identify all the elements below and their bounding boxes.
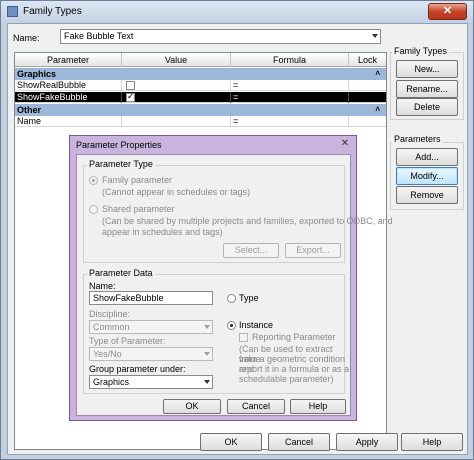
dialog-cancel-button[interactable]: Cancel: [227, 399, 285, 414]
chevron-down-icon: [204, 352, 210, 356]
group-under-select[interactable]: Graphics: [89, 375, 213, 389]
formula-cell[interactable]: =: [231, 92, 349, 103]
remove-parameter-button[interactable]: Remove: [396, 186, 458, 204]
column-header-value[interactable]: Value: [122, 53, 231, 67]
collapse-icon[interactable]: ˄: [375, 104, 380, 116]
parameters-group-title: Parameters: [392, 134, 443, 144]
app-icon: [7, 6, 18, 17]
table-row[interactable]: ShowRealBubble (default) =: [15, 80, 386, 101]
collapse-icon[interactable]: ˄: [375, 68, 380, 80]
cancel-button[interactable]: Cancel: [268, 433, 330, 451]
table-row[interactable]: ShowFakeBubble (default) =: [15, 91, 386, 113]
parameter-cell: ShowFakeBubble (default): [15, 92, 122, 113]
type-radio-label: Type: [239, 293, 259, 303]
dialog-help-button[interactable]: Help: [290, 399, 346, 414]
type-of-parameter-value: Yes/No: [93, 349, 122, 359]
value-cell[interactable]: [122, 80, 231, 91]
dialog-ok-button[interactable]: OK: [163, 399, 221, 414]
column-header-parameter[interactable]: Parameter: [15, 53, 122, 67]
instance-radio-label: Instance: [239, 320, 274, 330]
help-button[interactable]: Help: [401, 433, 463, 451]
shared-parameter-label: Shared parameter: [102, 204, 175, 214]
type-radio[interactable]: [227, 294, 236, 303]
discipline-value: Common: [93, 322, 130, 332]
shared-parameter-note-1: (Can be shared by multiple projects and …: [102, 216, 393, 226]
dialog-client: Parameter Type Family parameter (Cannot …: [76, 154, 393, 416]
group-label: Graphics: [17, 69, 57, 79]
group-row-graphics[interactable]: Graphics ˄: [15, 68, 386, 80]
type-of-parameter-label: Type of Parameter:: [89, 336, 166, 346]
name-label: Name:: [13, 33, 40, 43]
chevron-down-icon: [372, 34, 378, 38]
value-cell[interactable]: [122, 116, 231, 127]
column-header-lock[interactable]: Lock: [349, 53, 386, 67]
parameter-cell: Name: [15, 116, 122, 127]
family-parameter-radio[interactable]: [89, 176, 98, 185]
family-parameter-label: Family parameter: [102, 175, 173, 185]
grid-header: Parameter Value Formula Lock: [15, 53, 386, 67]
reporting-note-3: report it in a formula or as a: [239, 364, 350, 374]
close-icon[interactable]: ✕: [428, 3, 467, 20]
modify-parameter-button[interactable]: Modify...: [396, 167, 458, 185]
close-icon[interactable]: ✕: [338, 138, 352, 149]
column-header-formula[interactable]: Formula: [231, 53, 349, 67]
window-title: Family Types: [23, 6, 82, 17]
select-button[interactable]: Select...: [223, 243, 279, 258]
value-checkbox[interactable]: [126, 91, 135, 102]
chevron-down-icon: [204, 325, 210, 329]
group-under-value: Graphics: [93, 377, 130, 387]
export-button[interactable]: Export...: [285, 243, 341, 258]
reporting-parameter-label: Reporting Parameter: [252, 332, 336, 342]
value-checkbox[interactable]: [126, 81, 135, 90]
apply-button[interactable]: Apply: [336, 433, 398, 451]
rename-type-button[interactable]: Rename...: [396, 80, 458, 98]
lock-cell[interactable]: [349, 92, 386, 103]
chevron-down-icon: [204, 380, 210, 384]
type-of-parameter-select[interactable]: Yes/No: [89, 347, 213, 361]
type-name-select[interactable]: Fake Bubble Text: [60, 29, 381, 44]
discipline-label: Discipline:: [89, 309, 131, 319]
group-under-label: Group parameter under:: [89, 364, 186, 374]
dialog-title: Parameter Properties: [76, 140, 162, 150]
formula-cell[interactable]: =: [231, 116, 349, 127]
shared-parameter-note-2: appear in schedules and tags): [102, 227, 223, 237]
delete-type-button[interactable]: Delete: [396, 98, 458, 116]
type-name-value: Fake Bubble Text: [64, 31, 134, 41]
parameter-data-title: Parameter Data: [87, 268, 155, 278]
table-row[interactable]: Name =: [15, 116, 386, 127]
group-label: Other: [17, 105, 42, 115]
group-row-other[interactable]: Other ˄: [15, 104, 386, 116]
reporting-note-4: schedulable parameter): [239, 374, 334, 384]
title-bar[interactable]: Family Types ✕: [1, 1, 473, 23]
parameter-cell: ShowRealBubble (default): [15, 80, 122, 101]
instance-radio[interactable]: [227, 321, 236, 330]
lock-cell[interactable]: [349, 80, 386, 91]
value-cell[interactable]: [122, 91, 231, 103]
formula-cell[interactable]: =: [231, 80, 349, 91]
shared-parameter-radio[interactable]: [89, 205, 98, 214]
parameter-type-title: Parameter Type: [87, 159, 155, 169]
family-parameter-note: (Cannot appear in schedules or tags): [102, 187, 251, 197]
new-type-button[interactable]: New...: [396, 60, 458, 78]
param-name-field[interactable]: ShowFakeBubble: [89, 291, 213, 305]
family-types-window: Family Types ✕ Name: Fake Bubble Text Pa…: [0, 0, 474, 460]
family-types-group-title: Family Types: [392, 46, 449, 56]
param-name-label: Name:: [89, 281, 116, 291]
ok-button[interactable]: OK: [200, 433, 262, 451]
reporting-parameter-checkbox[interactable]: [239, 333, 248, 342]
parameter-properties-dialog: Parameter Properties ✕ Parameter Type Fa…: [69, 135, 393, 421]
add-parameter-button[interactable]: Add...: [396, 148, 458, 166]
lock-cell[interactable]: [349, 116, 386, 127]
discipline-select[interactable]: Common: [89, 320, 213, 334]
